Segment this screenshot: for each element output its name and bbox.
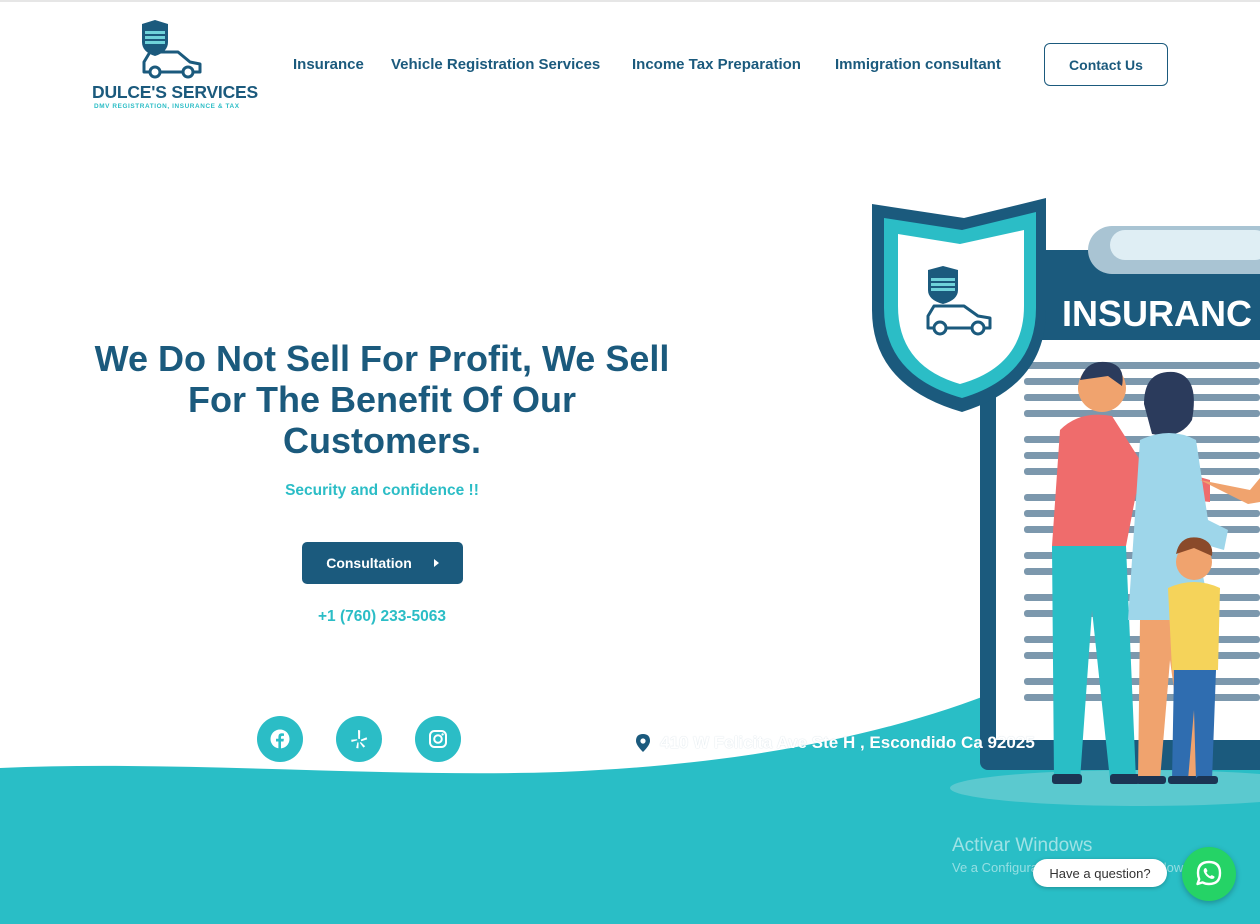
consultation-button-label: Consultation [326, 555, 412, 571]
top-border [0, 0, 1260, 2]
instagram-link[interactable] [415, 716, 461, 762]
consultation-button[interactable]: Consultation [302, 542, 463, 584]
address: 410 W Felicita Ave Ste H , Escondido Ca … [636, 733, 1035, 753]
contact-us-button[interactable]: Contact Us [1044, 43, 1168, 86]
whatsapp-button[interactable] [1182, 847, 1236, 901]
sign-text: INSURANC [1062, 293, 1252, 334]
logo-title: DULCE'S SERVICES [92, 82, 258, 102]
hero-tagline: Security and confidence !! [285, 482, 479, 499]
facebook-link[interactable] [257, 716, 303, 762]
hero-headline: We Do Not Sell For Profit, We Sell For T… [94, 338, 670, 461]
logo-car-shield-icon [142, 20, 202, 79]
nav-item-immigration[interactable]: Immigration consultant [835, 56, 1001, 73]
whatsapp-icon [1196, 860, 1222, 886]
instagram-icon [429, 730, 447, 748]
logo[interactable]: DULCE'S SERVICES DMV REGISTRATION, INSUR… [92, 18, 258, 114]
caret-right-icon [433, 559, 439, 567]
whatsapp-question-bubble[interactable]: Have a question? [1033, 859, 1167, 887]
phone-number[interactable]: +1 (760) 233-5063 [90, 608, 674, 626]
nav-item-income-tax[interactable]: Income Tax Preparation [632, 56, 801, 73]
address-text: 410 W Felicita Ave Ste H , Escondido Ca … [660, 733, 1035, 752]
yelp-icon [351, 730, 368, 749]
nav-item-vehicle-registration[interactable]: Vehicle Registration Services [391, 56, 600, 73]
facebook-icon [270, 729, 290, 749]
map-pin-icon [636, 734, 650, 752]
nav-item-insurance[interactable]: Insurance [293, 56, 364, 73]
windows-activation-title: Activar Windows [952, 835, 1093, 856]
insurance-family-illustration: INSURANC [872, 198, 1260, 806]
yelp-link[interactable] [336, 716, 382, 762]
logo-tagline: DMV REGISTRATION, INSURANCE & TAX [94, 103, 240, 110]
